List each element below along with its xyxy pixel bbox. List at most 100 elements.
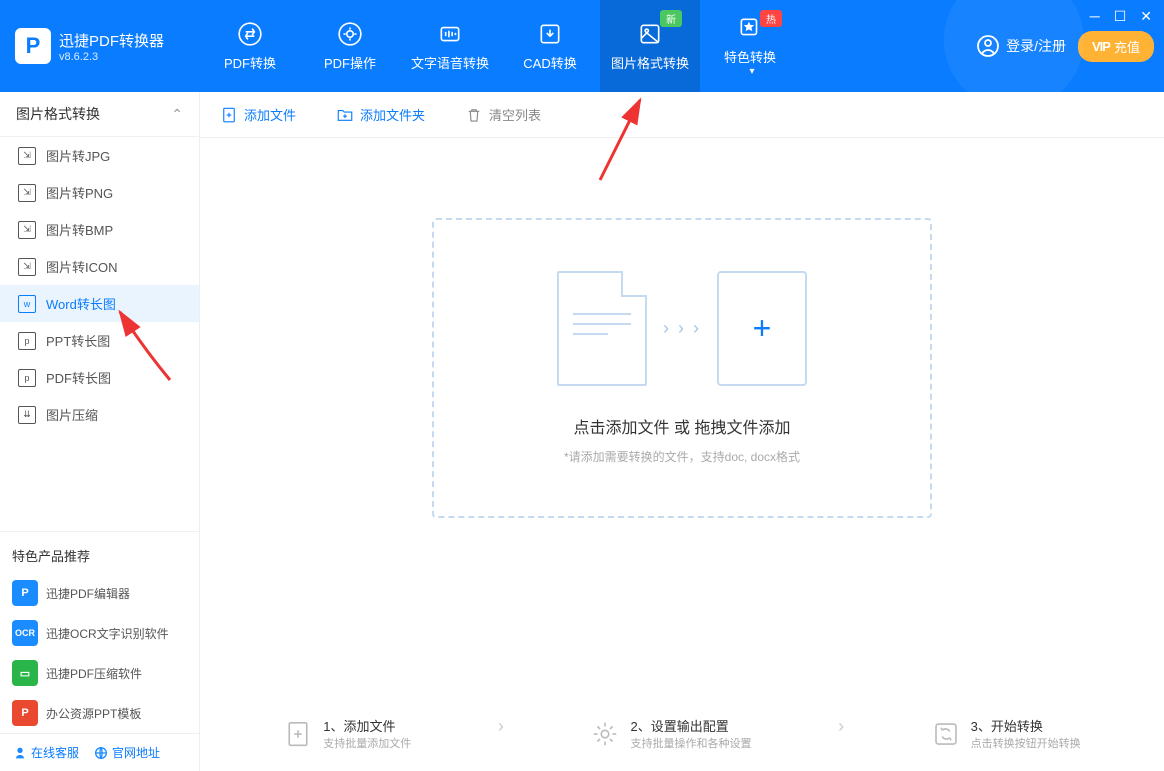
app-icon: ▭ bbox=[12, 660, 38, 686]
rec-label: 迅捷PDF编辑器 bbox=[46, 585, 130, 602]
app-logo-icon: P bbox=[15, 28, 51, 64]
file-icon: p bbox=[18, 332, 36, 350]
step-title: 1、添加文件 bbox=[323, 716, 411, 735]
tab-cad-convert[interactable]: CAD转换 bbox=[500, 0, 600, 92]
app-icon: OCR bbox=[12, 620, 38, 646]
tab-label: PDF操作 bbox=[324, 53, 376, 72]
sidebar-item-jpg[interactable]: ⇲图片转JPG bbox=[0, 137, 199, 174]
sidebar-item-bmp[interactable]: ⇲ 图片转BMP bbox=[0, 211, 199, 248]
file-icon: ⇲ bbox=[18, 258, 36, 276]
rec-pdf-editor[interactable]: P 迅捷PDF编辑器 bbox=[0, 573, 199, 613]
sidebar-item-label: 图片转ICON bbox=[46, 257, 118, 276]
sidebar-item-label: 图片压缩 bbox=[46, 405, 98, 424]
step-1: 1、添加文件 支持批量添加文件 bbox=[283, 716, 411, 751]
tab-pdf-convert[interactable]: PDF转换 bbox=[200, 0, 300, 92]
window-controls: ─ ☐ ✕ bbox=[1090, 8, 1152, 25]
sidebar: 图片格式转换 ⌃ ⇲图片转JPG ⇲ 图片转PNG ⇲ 图片转BMP ⇲ 图片转ICO… bbox=[0, 92, 200, 771]
gear-icon bbox=[337, 21, 363, 47]
document-icon bbox=[557, 271, 647, 386]
plus-box-icon: + bbox=[717, 271, 807, 386]
step-2: 2、设置输出配置 支持批量操作和各种设置 bbox=[590, 716, 751, 751]
tab-text-audio[interactable]: 文字语音转换 bbox=[400, 0, 500, 92]
chevron-right-icon: › bbox=[838, 716, 844, 751]
tab-image-convert[interactable]: 新 图片格式转换 bbox=[600, 0, 700, 92]
sidebar-item-word-long[interactable]: w Word转长图 bbox=[0, 285, 199, 322]
headset-icon bbox=[12, 745, 28, 761]
steps-bar: 1、添加文件 支持批量添加文件 › 2、设置输出配置 支持批量操作和各种设置 ›… bbox=[200, 716, 1164, 751]
swap-icon bbox=[237, 21, 263, 47]
online-service-link[interactable]: 在线客服 bbox=[12, 744, 79, 761]
sidebar-section-title: 图片格式转换 bbox=[16, 104, 100, 124]
step-title: 3、开始转换 bbox=[971, 716, 1081, 735]
app-icon: P bbox=[12, 700, 38, 726]
file-icon: ⇲ bbox=[18, 147, 36, 165]
sidebar-item-label: 图片转PNG bbox=[46, 183, 113, 202]
sidebar-item-label: PPT转长图 bbox=[46, 331, 110, 350]
vip-prefix: VIP bbox=[1092, 39, 1110, 54]
drop-graphics: › › › + bbox=[557, 271, 807, 386]
nav-tabs: PDF转换 PDF操作 文字语音转换 CAD转换 新 图片格式转换 热 特色转换… bbox=[200, 0, 800, 92]
step-sub: 支持批量操作和各种设置 bbox=[630, 735, 751, 751]
sidebar-item-ppt-long[interactable]: p PPT转长图 bbox=[0, 322, 199, 359]
file-add-icon bbox=[283, 719, 313, 749]
audio-icon bbox=[437, 21, 463, 47]
btn-label: 添加文件夹 bbox=[360, 105, 425, 124]
service-label: 在线客服 bbox=[31, 744, 79, 761]
clear-list-button[interactable]: 清空列表 bbox=[465, 105, 541, 124]
rec-ppt-template[interactable]: P 办公资源PPT模板 bbox=[0, 693, 199, 733]
btn-label: 添加文件 bbox=[244, 105, 296, 124]
sidebar-item-png[interactable]: ⇲ 图片转PNG bbox=[0, 174, 199, 211]
app-version: v8.6.2.3 bbox=[59, 51, 164, 63]
step-title: 2、设置输出配置 bbox=[630, 716, 751, 735]
sidebar-item-pdf-long[interactable]: p PDF转长图 bbox=[0, 359, 199, 396]
sidebar-section-header[interactable]: 图片格式转换 ⌃ bbox=[0, 92, 199, 137]
rec-label: 办公资源PPT模板 bbox=[46, 705, 141, 722]
add-file-button[interactable]: 添加文件 bbox=[220, 105, 296, 124]
tab-label: PDF转换 bbox=[224, 53, 276, 72]
add-folder-button[interactable]: 添加文件夹 bbox=[336, 105, 425, 124]
sidebar-item-label: Word转长图 bbox=[46, 294, 116, 313]
settings-icon bbox=[590, 719, 620, 749]
maximize-button[interactable]: ☐ bbox=[1114, 8, 1127, 25]
app-name: 迅捷PDF转换器 bbox=[59, 30, 164, 51]
file-icon: ⇲ bbox=[18, 184, 36, 202]
close-button[interactable]: ✕ bbox=[1140, 8, 1152, 25]
chevron-down-icon: ▾ bbox=[749, 66, 754, 77]
app-header: P 迅捷PDF转换器 v8.6.2.3 PDF转换 PDF操作 文字语音转换 C… bbox=[0, 0, 1164, 92]
refresh-icon bbox=[931, 719, 961, 749]
file-icon: ⇲ bbox=[18, 221, 36, 239]
sidebar-item-compress[interactable]: ⇊ 图片压缩 bbox=[0, 396, 199, 433]
tab-pdf-operate[interactable]: PDF操作 bbox=[300, 0, 400, 92]
file-plus-icon bbox=[220, 106, 238, 124]
official-site-link[interactable]: 官网地址 bbox=[93, 744, 160, 761]
btn-label: 清空列表 bbox=[489, 105, 541, 124]
file-icon: p bbox=[18, 369, 36, 387]
app-icon: P bbox=[12, 580, 38, 606]
step-sub: 支持批量添加文件 bbox=[323, 735, 411, 751]
drop-zone[interactable]: › › › + 点击添加文件 或 拖拽文件添加 *请添加需要转换的文件，支持do… bbox=[432, 218, 932, 518]
tab-label: 文字语音转换 bbox=[411, 53, 489, 72]
dropzone-subtitle: *请添加需要转换的文件，支持doc, docx格式 bbox=[564, 448, 800, 465]
badge-new: 新 bbox=[660, 10, 682, 27]
rec-ocr[interactable]: OCR 迅捷OCR文字识别软件 bbox=[0, 613, 199, 653]
tab-special-convert[interactable]: 热 特色转换 ▾ bbox=[700, 0, 800, 92]
vip-action: 充值 bbox=[1114, 37, 1140, 56]
chevron-up-icon: ⌃ bbox=[171, 106, 183, 123]
arrow-right-icon: › › › bbox=[663, 318, 701, 339]
dropzone-title: 点击添加文件 或 拖拽文件添加 bbox=[574, 414, 791, 438]
download-icon bbox=[537, 21, 563, 47]
compress-icon: ⇊ bbox=[18, 406, 36, 424]
folder-plus-icon bbox=[336, 106, 354, 124]
rec-label: 迅捷OCR文字识别软件 bbox=[46, 625, 169, 642]
logo-area: P 迅捷PDF转换器 v8.6.2.3 bbox=[0, 28, 200, 64]
rec-label: 迅捷PDF压缩软件 bbox=[46, 665, 142, 682]
vip-recharge-button[interactable]: VIP 充值 bbox=[1078, 31, 1154, 62]
sidebar-item-label: 图片转BMP bbox=[46, 220, 113, 239]
tab-label: 特色转换 bbox=[724, 47, 776, 66]
rec-pdf-compress[interactable]: ▭ 迅捷PDF压缩软件 bbox=[0, 653, 199, 693]
sidebar-item-icon[interactable]: ⇲ 图片转ICON bbox=[0, 248, 199, 285]
sidebar-item-label: PDF转长图 bbox=[46, 368, 111, 387]
recommendations-title: 特色产品推荐 bbox=[0, 531, 199, 573]
file-icon: w bbox=[18, 295, 36, 313]
minimize-button[interactable]: ─ bbox=[1090, 8, 1100, 25]
